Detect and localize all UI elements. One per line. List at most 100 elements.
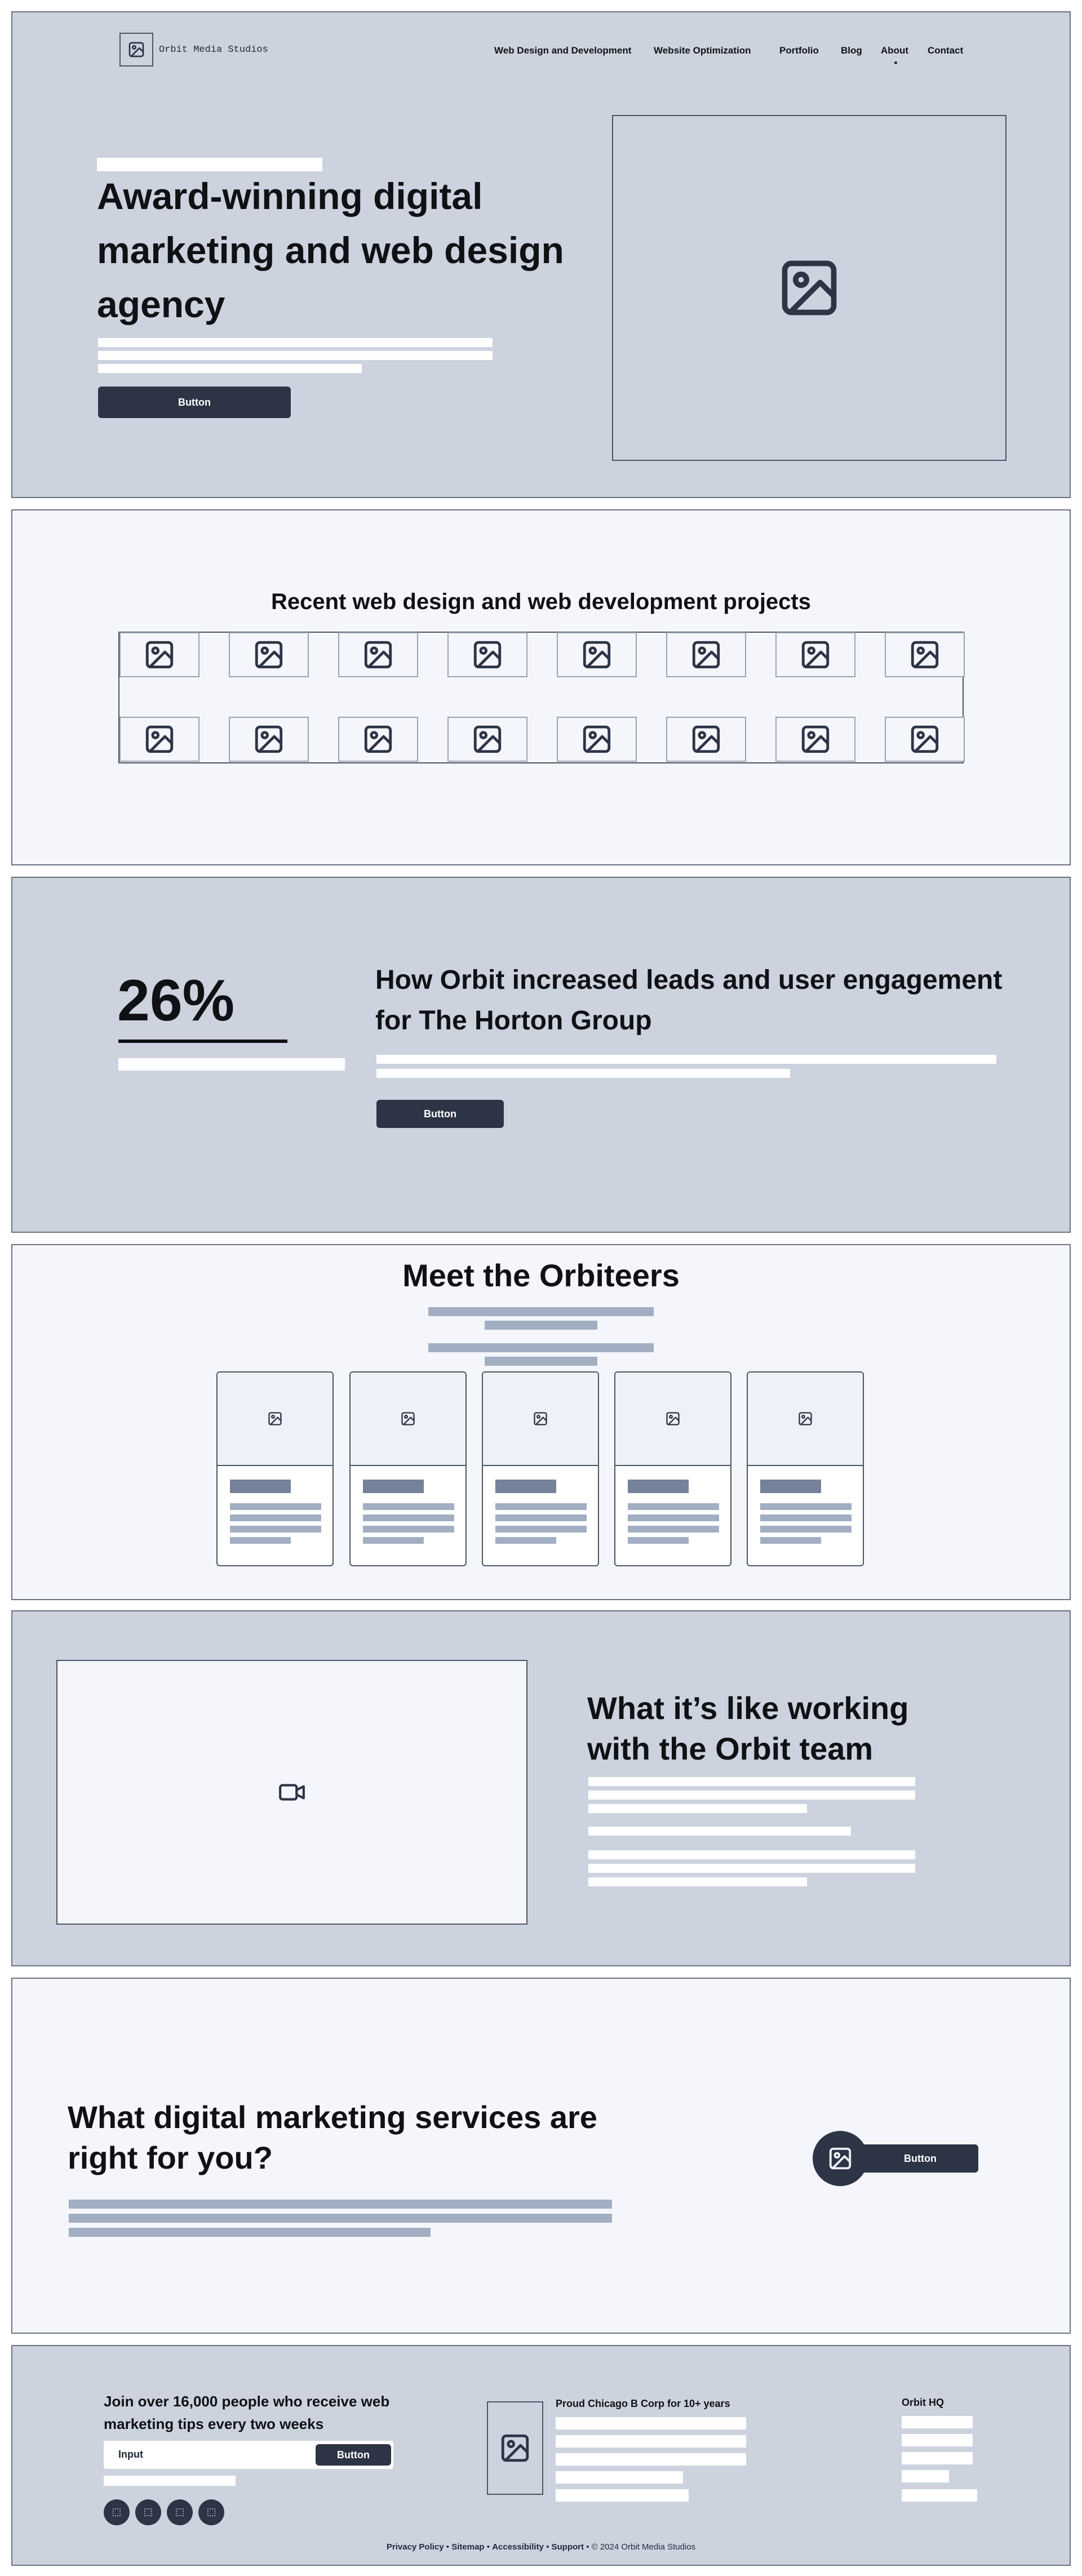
project-thumbnail[interactable] xyxy=(229,717,309,762)
image-icon xyxy=(799,638,832,671)
project-thumbnail[interactable] xyxy=(557,632,637,677)
project-thumbnail[interactable] xyxy=(338,632,418,677)
bcorp-heading: Proud Chicago B Corp for 10+ years xyxy=(556,2398,730,2409)
image-icon xyxy=(471,723,504,756)
team-member-text-line xyxy=(628,1514,719,1521)
hq-text-line-4 xyxy=(902,2470,949,2482)
video-title: What it’s like working with the Orbit te… xyxy=(587,1690,909,1766)
legal-separator: • xyxy=(546,2542,549,2552)
project-thumbnail[interactable] xyxy=(885,717,965,762)
image-icon xyxy=(252,638,285,671)
team-member-text-line xyxy=(495,1537,556,1544)
newsletter-input[interactable]: Input xyxy=(118,2449,143,2460)
video-text-line-2 xyxy=(588,1791,915,1800)
case-study-button[interactable]: Button xyxy=(376,1100,504,1128)
project-thumbnail[interactable] xyxy=(338,717,418,762)
nav-portfolio[interactable]: Portfolio xyxy=(779,45,819,56)
team-member-text-line xyxy=(230,1537,291,1544)
team-subtitle-line-3 xyxy=(428,1343,654,1352)
team-member-card[interactable] xyxy=(747,1371,864,1566)
project-thumbnail[interactable] xyxy=(666,632,746,677)
project-thumbnail[interactable] xyxy=(447,632,527,677)
image-icon xyxy=(499,2432,531,2464)
team-member-card[interactable] xyxy=(349,1371,467,1566)
team-member-text-line xyxy=(230,1503,321,1510)
image-icon xyxy=(471,638,504,671)
team-subtitle-line-1 xyxy=(428,1307,654,1316)
team-member-text-line xyxy=(363,1503,454,1510)
image-icon xyxy=(908,638,941,671)
nav-blog[interactable]: Blog xyxy=(841,45,862,56)
hq-text-line-1 xyxy=(902,2416,973,2428)
project-thumbnail[interactable] xyxy=(229,632,309,677)
project-thumbnail[interactable] xyxy=(775,717,855,762)
hq-text-line-3 xyxy=(902,2452,973,2464)
image-icon xyxy=(400,1411,416,1427)
team-member-card[interactable] xyxy=(216,1371,334,1566)
team-member-text-line xyxy=(760,1537,821,1544)
cta-text-line-3 xyxy=(69,2228,431,2237)
social-icon-3[interactable] xyxy=(167,2499,193,2525)
project-thumbnail[interactable] xyxy=(119,717,199,762)
team-member-text-line xyxy=(495,1503,587,1510)
project-thumbnail[interactable] xyxy=(885,632,965,677)
nav-contact[interactable]: Contact xyxy=(928,45,963,56)
social-icon-1[interactable] xyxy=(104,2499,130,2525)
team-title: Meet the Orbiteers xyxy=(402,1258,680,1293)
team-member-text-line xyxy=(363,1514,454,1521)
nav-website-optimization[interactable]: Website Optimization xyxy=(654,45,751,56)
brand-name[interactable]: Orbit Media Studios xyxy=(159,45,268,55)
team-member-photo xyxy=(615,1373,730,1466)
bcorp-logo xyxy=(487,2401,543,2495)
team-member-text-line xyxy=(495,1526,587,1533)
cta-icon-badge[interactable] xyxy=(813,2131,868,2186)
team-member-card[interactable] xyxy=(614,1371,731,1566)
team-member-card[interactable] xyxy=(482,1371,599,1566)
privacy-policy-link[interactable]: Privacy Policy xyxy=(387,2542,444,2552)
projects-title: Recent web design and web development pr… xyxy=(271,589,811,614)
project-thumbnail[interactable] xyxy=(557,717,637,762)
image-icon xyxy=(797,1411,813,1427)
team-member-text-line xyxy=(363,1526,454,1533)
accessibility-link[interactable]: Accessibility xyxy=(492,2542,544,2552)
nav-web-design[interactable]: Web Design and Development xyxy=(494,45,631,56)
project-thumbnail[interactable] xyxy=(119,632,199,677)
image-icon xyxy=(690,638,722,671)
footer-legal: Privacy Policy • Sitemap • Accessibility… xyxy=(0,2542,1082,2552)
video-player[interactable] xyxy=(56,1660,527,1925)
image-icon xyxy=(362,638,394,671)
image-icon xyxy=(362,723,394,756)
newsletter-note-placeholder xyxy=(104,2476,236,2486)
team-member-text-line xyxy=(363,1537,424,1544)
image-icon xyxy=(533,1411,548,1427)
bcorp-text-line-1 xyxy=(556,2417,746,2430)
hq-text-line-5 xyxy=(902,2489,977,2502)
team-member-name-placeholder xyxy=(363,1480,424,1493)
team-member-text-line xyxy=(628,1537,689,1544)
case-study-text-line-2 xyxy=(376,1069,790,1078)
image-icon xyxy=(580,638,613,671)
social-icon-2[interactable] xyxy=(135,2499,161,2525)
newsletter-button[interactable]: Button xyxy=(316,2444,391,2466)
image-icon xyxy=(827,2146,853,2171)
team-member-text-line xyxy=(760,1514,852,1521)
social-icon-4[interactable] xyxy=(198,2499,224,2525)
support-link[interactable]: Support xyxy=(552,2542,584,2552)
team-member-name-placeholder xyxy=(760,1480,821,1493)
newsletter-form: Input Button xyxy=(104,2441,393,2469)
project-thumbnail[interactable] xyxy=(447,717,527,762)
cta-text-line-2 xyxy=(69,2214,612,2223)
team-member-text-line xyxy=(495,1514,587,1521)
hero-button[interactable]: Button xyxy=(98,387,291,418)
image-icon xyxy=(665,1411,681,1427)
sitemap-link[interactable]: Sitemap xyxy=(451,2542,484,2552)
video-text-line-1 xyxy=(588,1777,915,1786)
project-thumbnail[interactable] xyxy=(775,632,855,677)
image-icon xyxy=(252,723,285,756)
project-thumbnail[interactable] xyxy=(666,717,746,762)
video-text-line-3 xyxy=(588,1804,807,1813)
logo-icon[interactable] xyxy=(119,33,153,66)
nav-about[interactable]: About xyxy=(881,45,908,56)
team-member-text-line xyxy=(760,1526,852,1533)
cta-button[interactable]: Button xyxy=(851,2144,978,2173)
